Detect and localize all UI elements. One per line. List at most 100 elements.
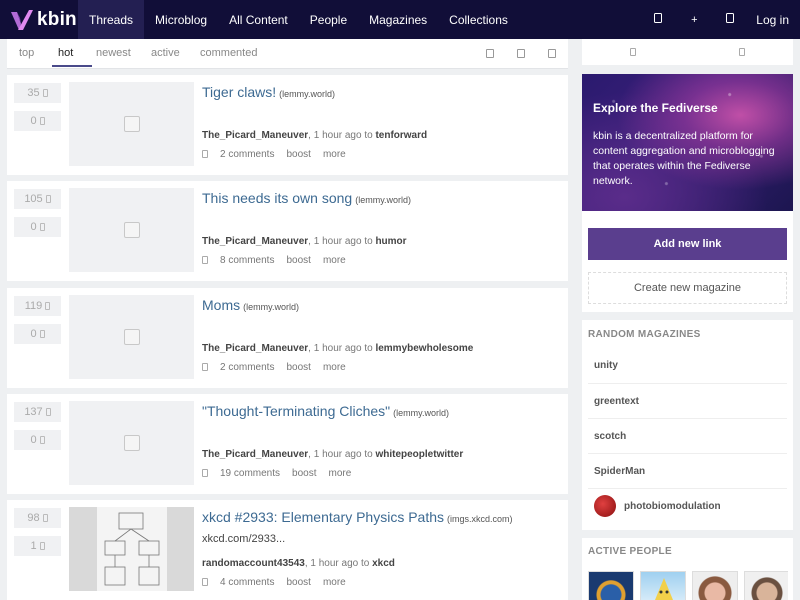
upvote-button[interactable]: 119 [14, 296, 61, 316]
thread-title[interactable]: This needs its own song [202, 190, 352, 206]
comments-link[interactable]: 8 comments [220, 255, 274, 266]
create-magazine-button[interactable]: Create new magazine [588, 272, 787, 304]
thread-title[interactable]: Tiger claws! [202, 84, 276, 100]
magazine-link[interactable]: tenforward [375, 130, 427, 141]
nav-microblog[interactable]: Microblog [144, 0, 218, 39]
timestamp: , 1 hour ago to [308, 449, 376, 460]
thread-title[interactable]: xkcd #2933: Elementary Physics Paths [202, 509, 444, 525]
add-new-link-button[interactable]: Add new link [588, 228, 787, 260]
comments-link[interactable]: 2 comments [220, 362, 274, 373]
boost-button[interactable]: boost [292, 468, 316, 479]
sort-tab-active[interactable]: active [151, 47, 180, 59]
nav-all-content[interactable]: All Content [218, 0, 299, 39]
thread-meta: The_Picard_Maneuver, 1 hour ago to lemmy… [202, 343, 473, 354]
bookmark-icon[interactable] [202, 578, 208, 586]
downvote-count: 0 [30, 221, 37, 233]
avatar[interactable] [640, 571, 686, 600]
thread-url[interactable]: xkcd.com/2933... [202, 533, 285, 545]
author-link[interactable]: The_Picard_Maneuver [202, 343, 308, 354]
login-link[interactable]: Log in [748, 13, 800, 27]
author-link[interactable]: The_Picard_Maneuver [202, 130, 308, 141]
arrow-up-icon [45, 195, 51, 203]
thread-domain[interactable]: (lemmy.world) [279, 89, 335, 99]
nav-people[interactable]: People [299, 0, 358, 39]
thread-title[interactable]: Moms [202, 297, 240, 313]
bookmark-icon[interactable] [202, 256, 208, 264]
upvote-button[interactable]: 98 [14, 508, 61, 528]
author-link[interactable]: The_Picard_Maneuver [202, 236, 308, 247]
author-link[interactable]: The_Picard_Maneuver [202, 449, 308, 460]
sort-tab-hot[interactable]: hot [58, 47, 73, 59]
kbin-logo[interactable]: kbin [0, 0, 78, 39]
more-button[interactable]: more [323, 255, 346, 266]
sort-tab-commented[interactable]: commented [200, 47, 257, 59]
thread-thumbnail[interactable] [69, 401, 194, 485]
thread-thumbnail[interactable] [69, 295, 194, 379]
search-icon[interactable] [640, 13, 676, 26]
sort-tab-newest[interactable]: newest [96, 47, 131, 59]
magazine-item[interactable]: greentext [588, 383, 787, 418]
magazine-link[interactable]: humor [375, 236, 406, 247]
more-button[interactable]: more [323, 362, 346, 373]
sort-tab-top[interactable]: top [19, 47, 34, 59]
thread-actions: 2 comments boost more [202, 362, 346, 373]
thread-thumbnail[interactable] [69, 82, 194, 166]
downvote-button[interactable]: 1 [14, 536, 61, 556]
filter-icon[interactable] [486, 49, 494, 58]
boost-button[interactable]: boost [286, 577, 310, 588]
magazine-item[interactable]: SpiderMan [588, 453, 787, 488]
settings-icon[interactable] [712, 13, 748, 26]
thread-domain[interactable]: (lemmy.world) [393, 408, 449, 418]
layout-icon[interactable] [517, 49, 525, 58]
downvote-button[interactable]: 0 [14, 111, 61, 131]
nav-magazines[interactable]: Magazines [358, 0, 438, 39]
thread-title[interactable]: "Thought-Terminating Cliches" [202, 403, 390, 419]
thread-thumbnail[interactable] [69, 507, 194, 591]
more-button[interactable]: more [323, 577, 346, 588]
magazine-item[interactable]: unity [588, 348, 787, 383]
avatar[interactable] [744, 571, 788, 600]
comments-link[interactable]: 2 comments [220, 149, 274, 160]
magazine-item[interactable]: scotch [588, 418, 787, 453]
more-button[interactable]: more [323, 149, 346, 160]
thread-actions: 2 comments boost more [202, 149, 346, 160]
downvote-count: 0 [30, 328, 37, 340]
boost-button[interactable]: boost [286, 255, 310, 266]
author-link[interactable]: randomaccount43543 [202, 558, 305, 569]
avatar[interactable] [692, 571, 738, 600]
thread-domain[interactable]: (lemmy.world) [243, 302, 299, 312]
comments-link[interactable]: 19 comments [220, 468, 280, 479]
boost-button[interactable]: boost [286, 362, 310, 373]
arrow-down-icon [39, 330, 45, 338]
thread-thumbnail[interactable] [69, 188, 194, 272]
thread-domain[interactable]: (lemmy.world) [355, 195, 411, 205]
arrow-down-icon [39, 436, 45, 444]
sidebar-option-icon[interactable] [630, 48, 636, 56]
downvote-button[interactable]: 0 [14, 324, 61, 344]
nav-collections[interactable]: Collections [438, 0, 519, 39]
downvote-button[interactable]: 0 [14, 430, 61, 450]
sidebar-option-icon[interactable] [739, 48, 745, 56]
magazine-link[interactable]: xkcd [372, 558, 395, 569]
magazine-link[interactable]: lemmybewholesome [375, 343, 473, 354]
active-tab-indicator [52, 65, 92, 67]
bookmark-icon[interactable] [202, 363, 208, 371]
more-button[interactable]: more [329, 468, 352, 479]
bookmark-icon[interactable] [202, 150, 208, 158]
plus-icon[interactable]: + [676, 14, 712, 26]
upvote-button[interactable]: 137 [14, 402, 61, 422]
comments-link[interactable]: 4 comments [220, 577, 274, 588]
boost-button[interactable]: boost [286, 149, 310, 160]
upvote-button[interactable]: 35 [14, 83, 61, 103]
downvote-button[interactable]: 0 [14, 217, 61, 237]
nav-threads[interactable]: Threads [78, 0, 145, 39]
upvote-button[interactable]: 105 [14, 189, 61, 209]
view-icon[interactable] [548, 49, 556, 58]
image-placeholder-icon [124, 222, 140, 238]
magazine-item[interactable]: photobiomodulation [588, 488, 787, 523]
bookmark-icon[interactable] [202, 469, 208, 477]
avatar[interactable] [588, 571, 634, 600]
magazine-link[interactable]: whitepeopletwitter [375, 449, 463, 460]
thread-domain[interactable]: (imgs.xkcd.com) [447, 514, 513, 524]
thread-meta: The_Picard_Maneuver, 1 hour ago to humor [202, 236, 407, 247]
